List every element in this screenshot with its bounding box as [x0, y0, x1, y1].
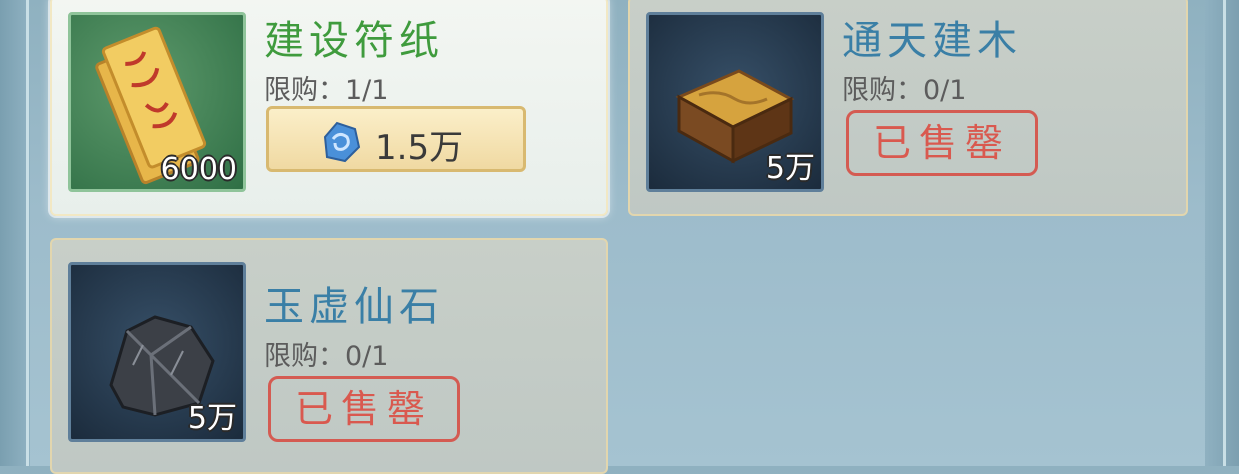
purchase-limit: 限购：1/1 — [264, 68, 388, 107]
item-quantity: 5万 — [187, 401, 237, 436]
item-name: 建设符纸 — [264, 18, 444, 64]
buy-button[interactable]: 1.5万 — [266, 106, 526, 172]
item-icon-frame: 5万 — [68, 262, 246, 442]
purchase-limit-label: 限购： — [264, 341, 345, 372]
item-name: 玉虚仙石 — [264, 284, 444, 330]
jade-gem-icon — [323, 121, 361, 163]
purchase-limit-value: 0/1 — [923, 75, 967, 106]
shop-item-card-construction-talisman[interactable]: 6000 建设符纸 限购：1/1 1.5万 — [50, 0, 608, 216]
sold-out-stamp: 已售罄 — [846, 110, 1038, 176]
item-icon-frame: 5万 — [646, 12, 824, 192]
item-quantity: 5万 — [765, 151, 815, 186]
shop-item-card-immortal-stone[interactable]: 5万 玉虚仙石 限购：0/1 已售罄 — [50, 238, 608, 474]
price-amount: 1.5万 — [375, 128, 464, 168]
item-icon-frame: 6000 — [68, 12, 246, 192]
purchase-limit: 限购：0/1 — [842, 68, 966, 107]
purchase-limit-label: 限购： — [264, 75, 345, 106]
item-name: 通天建木 — [842, 18, 1022, 64]
shop-item-card-heaven-wood[interactable]: 5万 通天建木 限购：0/1 已售罄 — [628, 0, 1188, 216]
sold-out-stamp: 已售罄 — [268, 376, 460, 442]
right-frame-border — [1205, 0, 1239, 466]
purchase-limit-value: 1/1 — [345, 75, 389, 106]
purchase-limit: 限购：0/1 — [264, 334, 388, 373]
purchase-limit-label: 限购： — [842, 75, 923, 106]
item-quantity: 6000 — [160, 152, 237, 187]
left-frame-border — [0, 0, 30, 466]
purchase-limit-value: 0/1 — [345, 341, 389, 372]
